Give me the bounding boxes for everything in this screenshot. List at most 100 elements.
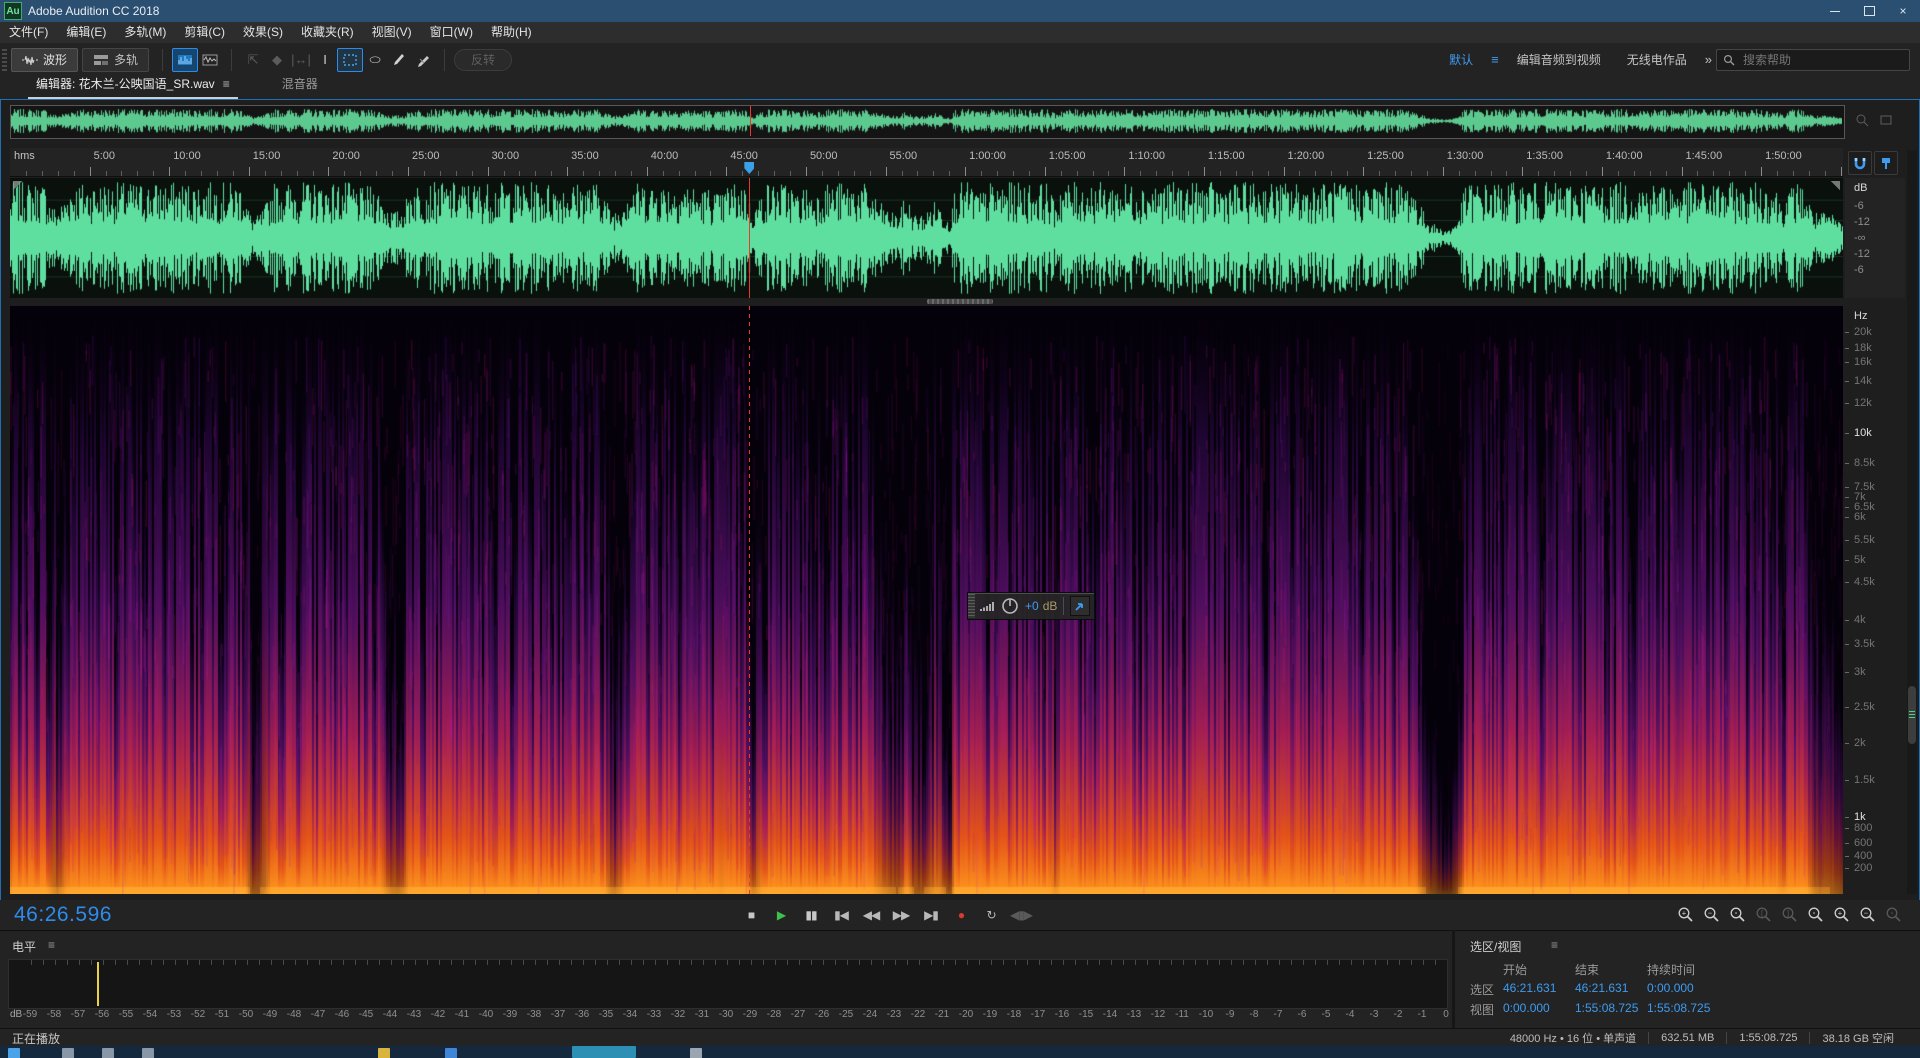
- overview-waveform-canvas[interactable]: [11, 106, 1842, 136]
- ruler-minor-tick: [1252, 171, 1253, 176]
- menu-item[interactable]: 收藏夹(R): [292, 22, 363, 43]
- ruler-minor-tick: [742, 171, 743, 176]
- taskbar-icon-icon[interactable]: [445, 1048, 457, 1058]
- stop-button[interactable]: ■: [740, 904, 762, 926]
- rewind-button[interactable]: ◀◀: [860, 904, 882, 926]
- gain-knob[interactable]: [1001, 597, 1019, 615]
- menu-item[interactable]: 剪辑(C): [175, 22, 234, 43]
- zoom-in-time-button[interactable]: +: [1677, 906, 1694, 923]
- timeline-ruler[interactable]: hms 5:0010:0015:0020:0025:0030:0035:0040…: [10, 148, 1843, 177]
- zoom-to-selection-button[interactable]: ▫: [1729, 906, 1746, 923]
- fade-in-handle[interactable]: [13, 181, 22, 190]
- skip-back-button[interactable]: ▮◀: [830, 904, 852, 926]
- waveform-display[interactable]: [10, 178, 1843, 298]
- taskbar-icon-icon[interactable]: [142, 1048, 154, 1058]
- taskbar-icon-icon[interactable]: [102, 1048, 114, 1058]
- zoom-out-amplitude-button[interactable]: −: [1859, 906, 1876, 923]
- ruler-minor-tick: [137, 171, 138, 176]
- toolbar-grip[interactable]: [2, 49, 7, 71]
- spot-healing-brush-tool[interactable]: [411, 49, 435, 71]
- levels-panel-menu-icon[interactable]: ≡: [48, 938, 55, 952]
- gain-hud[interactable]: +0 dB: [967, 592, 1095, 620]
- waveform-view-button[interactable]: 波形: [11, 48, 78, 72]
- overview-zoom-out-icon[interactable]: [1852, 110, 1872, 130]
- ruler-minor-tick: [1570, 171, 1571, 176]
- help-search-box[interactable]: [1716, 49, 1910, 71]
- menu-item[interactable]: 帮助(H): [482, 22, 541, 43]
- pause-button[interactable]: ▮▮: [800, 904, 822, 926]
- view-start-value[interactable]: 0:00.000: [1503, 1001, 1550, 1015]
- taskbar-icon-icon[interactable]: [378, 1048, 390, 1058]
- multitrack-view-button[interactable]: 多轨: [82, 48, 149, 72]
- windows-taskbar[interactable]: [0, 1046, 1920, 1058]
- workspace-item[interactable]: 编辑音频到视频: [1517, 51, 1601, 68]
- hud-drag-grip[interactable]: [968, 594, 975, 618]
- time-selection-tool[interactable]: I: [313, 49, 337, 71]
- ruler-tick-label: 40:00: [651, 150, 679, 162]
- skip-forward-button[interactable]: ▶▮: [920, 904, 942, 926]
- selection-duration-value[interactable]: 0:00.000: [1647, 981, 1694, 995]
- view-duration-value[interactable]: 1:55:08.725: [1647, 1001, 1710, 1015]
- ruler-minor-tick: [1029, 171, 1030, 176]
- razor-tool: ◆: [265, 49, 289, 71]
- ruler-major-tick: [408, 167, 409, 176]
- zoom-selection-full-button[interactable]: ▫: [1807, 906, 1824, 923]
- waveform-scrollbar[interactable]: [927, 299, 993, 304]
- taskbar-active-app-icon[interactable]: [572, 1046, 636, 1058]
- taskbar-icon-icon[interactable]: [690, 1048, 702, 1058]
- hud-pin-button[interactable]: [1070, 596, 1090, 616]
- ruler-minor-tick: [1395, 171, 1396, 176]
- spectral-display-toggle[interactable]: [172, 48, 198, 72]
- menu-item[interactable]: 窗口(W): [421, 22, 482, 43]
- menu-item[interactable]: 编辑(E): [57, 22, 115, 43]
- menu-item[interactable]: 文件(F): [0, 22, 57, 43]
- workspace-item[interactable]: 无线电作品: [1627, 51, 1687, 68]
- vertical-scrollbar-thumb[interactable]: [1908, 686, 1916, 744]
- fade-out-handle[interactable]: [1831, 181, 1840, 190]
- zoom-in-amplitude-button[interactable]: +: [1833, 906, 1850, 923]
- editor-tab-menu-icon[interactable]: ≡: [223, 77, 230, 91]
- paintbrush-selection-tool[interactable]: [387, 49, 411, 71]
- view-end-value[interactable]: 1:55:08.725: [1575, 1001, 1638, 1015]
- overview-navigator[interactable]: [10, 105, 1845, 139]
- menu-item[interactable]: 多轨(M): [115, 22, 175, 43]
- overview-fit-icon[interactable]: [1876, 110, 1896, 130]
- loop-playback-button[interactable]: ↻: [980, 904, 1002, 926]
- record-button[interactable]: ●: [950, 904, 972, 926]
- maximize-button[interactable]: [1852, 0, 1886, 22]
- taskbar-icon-icon[interactable]: [62, 1048, 74, 1058]
- play-button[interactable]: ▶: [770, 904, 792, 926]
- skip-selection-button[interactable]: ◀▮▶: [1010, 904, 1032, 926]
- menu-item[interactable]: 视图(V): [363, 22, 421, 43]
- playhead-time-display[interactable]: 46:26.596: [14, 903, 112, 927]
- selection-end-value[interactable]: 46:21.631: [1575, 981, 1628, 995]
- ibeam-icon: I: [323, 52, 327, 67]
- fast-forward-button[interactable]: ▶▶: [890, 904, 912, 926]
- menu-item[interactable]: 效果(S): [234, 22, 292, 43]
- zoom-out-time-button[interactable]: −: [1703, 906, 1720, 923]
- ruler-minor-tick: [1586, 171, 1587, 176]
- marquee-selection-tool[interactable]: [337, 48, 363, 72]
- waveform-canvas[interactable]: [10, 178, 1843, 298]
- tab-mixer[interactable]: 混音器: [274, 72, 326, 99]
- waveform-display-toggle[interactable]: [198, 49, 222, 71]
- spectrogram-canvas[interactable]: [10, 306, 1843, 894]
- marker-button[interactable]: [1874, 151, 1898, 175]
- spectrogram-display[interactable]: [10, 306, 1843, 894]
- workspace-menu-icon[interactable]: ≡: [1491, 52, 1499, 67]
- lasso-selection-tool[interactable]: ⬭: [363, 49, 387, 71]
- selection-start-value[interactable]: 46:21.631: [1503, 981, 1556, 995]
- workspace-overflow-button[interactable]: »: [1705, 52, 1712, 67]
- tab-editor[interactable]: 编辑器: 花木兰-公映国语_SR.wav ≡: [28, 72, 238, 99]
- help-search-input[interactable]: [1741, 52, 1885, 68]
- meter-scale-number: -6: [1298, 1009, 1307, 1020]
- selection-panel-menu-icon[interactable]: ≡: [1551, 938, 1558, 952]
- taskbar-start-icon[interactable]: [8, 1048, 20, 1058]
- close-button[interactable]: ×: [1886, 0, 1920, 22]
- snapping-toggle-button[interactable]: [1848, 151, 1872, 175]
- minimize-button[interactable]: [1818, 0, 1852, 22]
- svg-text:▫: ▫: [1891, 909, 1894, 918]
- workspace-default[interactable]: 默认: [1449, 51, 1473, 68]
- level-meter[interactable]: [8, 959, 1448, 1009]
- vertical-zoom-scrollbar[interactable]: [1907, 150, 1917, 894]
